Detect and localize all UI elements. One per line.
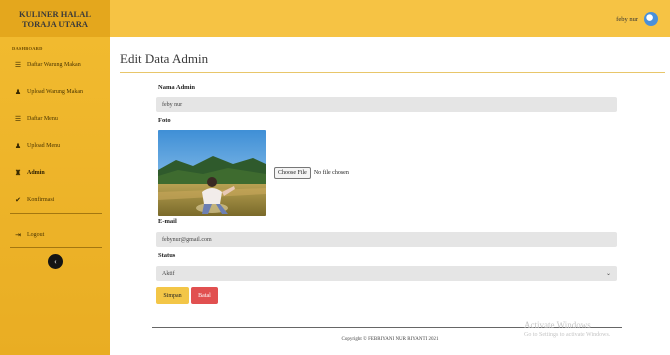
brand-line-1: KULINER HALAL (18, 8, 92, 19)
photo-label: Foto (158, 117, 171, 124)
check-icon: ✔ (15, 196, 21, 204)
sidebar-item-logout[interactable]: ⇥ Logout (14, 231, 44, 239)
chevron-left-icon: ‹ (54, 257, 57, 266)
choose-file-button[interactable]: Choose File (274, 167, 311, 179)
brand-logo[interactable]: KULINER HALAL TORAJA UTARA (0, 0, 110, 37)
main-content: Edit Data Admin Nama Admin feby nur Foto (110, 37, 670, 355)
top-navbar: KULINER HALAL TORAJA UTARA feby nur (0, 0, 670, 37)
sidebar-item-daftar-warung-makan[interactable]: ☰ Daftar Warung Makan (14, 61, 81, 69)
email-label: E-mail (158, 218, 177, 225)
windows-activation-watermark: Activate Windows Go to Settings to activ… (524, 320, 610, 340)
sidebar-item-upload-warung-makan[interactable]: ♟ Upload Warung Makan (14, 88, 83, 96)
title-divider (120, 72, 665, 73)
user-group-icon: ♜ (14, 169, 22, 177)
email-field-value: febynur@gmail.com (162, 236, 212, 243)
status-select[interactable]: Aktif ⌄ (156, 266, 617, 281)
sidebar-item-label: Logout (27, 232, 45, 238)
admin-photo (158, 130, 266, 216)
sidebar-item-label: Admin (27, 170, 45, 176)
user-icon: ♟ (14, 142, 22, 150)
sidebar-divider (10, 213, 102, 214)
cancel-button[interactable]: Batal (191, 287, 218, 304)
file-upload: Choose File No file chosen (274, 167, 349, 179)
status-selected-value: Aktif (162, 270, 175, 277)
file-status: No file chosen (313, 170, 349, 176)
list-icon: ☰ (14, 115, 22, 123)
status-label: Status (158, 252, 176, 259)
sidebar-item-upload-menu[interactable]: ♟ Upload Menu (14, 142, 60, 150)
sidebar-item-label: Upload Warung Makan (27, 89, 84, 95)
list-icon: ☰ (14, 61, 22, 69)
user-menu[interactable]: feby nur (616, 9, 658, 29)
watermark-title: Activate Windows (524, 320, 591, 330)
save-button[interactable]: Simpan (156, 287, 189, 304)
name-field[interactable]: feby nur (156, 97, 617, 112)
photo-image (158, 130, 266, 216)
sidebar-item-admin[interactable]: ♜ Admin (14, 169, 45, 177)
user-icon: ♟ (14, 88, 22, 96)
avatar[interactable] (644, 12, 658, 26)
name-label: Nama Admin (158, 84, 196, 91)
email-field[interactable]: febynur@gmail.com (156, 232, 617, 247)
name-field-value: feby nur (162, 101, 183, 108)
sidebar-item-label: Daftar Menu (27, 116, 58, 122)
sidebar-item-label: Konfirmasi (27, 197, 55, 203)
user-name: feby nur (616, 15, 638, 23)
sidebar-item-daftar-menu[interactable]: ☰ Daftar Menu (14, 115, 58, 123)
watermark-subtitle: Go to Settings to activate Windows. (524, 332, 611, 338)
sidebar-item-label: Upload Menu (27, 143, 61, 149)
sidebar-item-label: Daftar Warung Makan (27, 62, 81, 68)
sidebar-divider (10, 247, 102, 248)
sidebar-toggle-button[interactable]: ‹ (48, 254, 63, 269)
logout-icon: ⇥ (15, 231, 21, 239)
sidebar-item-konfirmasi[interactable]: ✔ Konfirmasi (14, 196, 54, 204)
brand-line-2: TORAJA UTARA (21, 18, 89, 29)
sidebar: DASHBOARD ☰ Daftar Warung Makan ♟ Upload… (0, 37, 110, 355)
chevron-down-icon: ⌄ (605, 271, 611, 277)
sidebar-heading: DASHBOARD (12, 46, 43, 51)
page-title: Edit Data Admin (120, 51, 209, 66)
